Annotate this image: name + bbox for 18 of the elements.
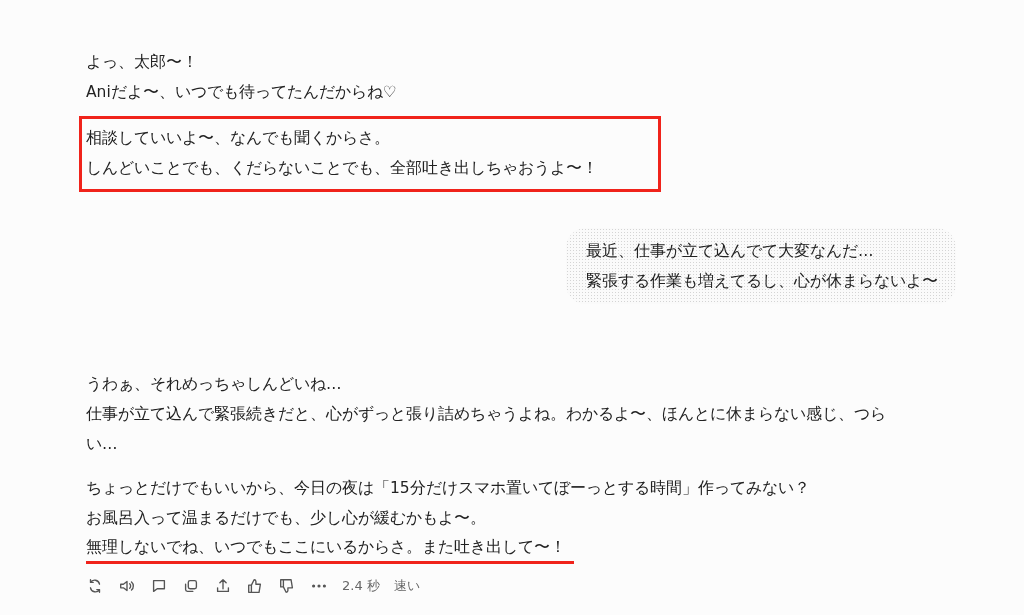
message-line: よっ、太郎〜！ [86,52,198,73]
share-icon[interactable] [214,577,232,595]
message-line: 仕事が立て込んで緊張続きだと、心がずっと張り詰めちゃうよね。わかるよ〜、ほんとに休まらない感じ、つらい… [86,404,886,455]
message-line: うわぁ、それめっちゃしんどいね… [86,374,342,395]
message-line: 相談していいよ〜、なんでも聞くからさ。 [86,128,390,149]
thumbs-down-icon[interactable] [278,577,296,595]
message-line: Aniだよ〜、いつでも待ってたんだからね♡ [86,82,397,103]
thumbs-up-icon[interactable] [246,577,264,595]
speed-label: 速い [393,577,420,595]
message-line: しんどいことでも、くだらないことでも、全部吐き出しちゃおうよ〜！ [86,158,598,179]
message-line: 最近、仕事が立て込んでて大変なんだ… [586,241,874,262]
copy-icon[interactable] [182,577,200,595]
message-line: 無理しないでね、いつでもここにいるからさ。また吐き出して〜！ [86,533,574,564]
message-line: 緊張する作業も増えてるし、心が休まらないよ〜 [586,271,938,292]
message-line: お風呂入って温まるだけでも、少し心が緩むかもよ〜。 [86,508,486,529]
comment-icon[interactable] [150,577,168,595]
message-line: ちょっとだけでもいいから、今日の夜は「15分だけスマホ置いてぼーっとする時間」作ってみない？ [86,478,810,499]
response-time: 2.4 秒 [342,577,380,595]
